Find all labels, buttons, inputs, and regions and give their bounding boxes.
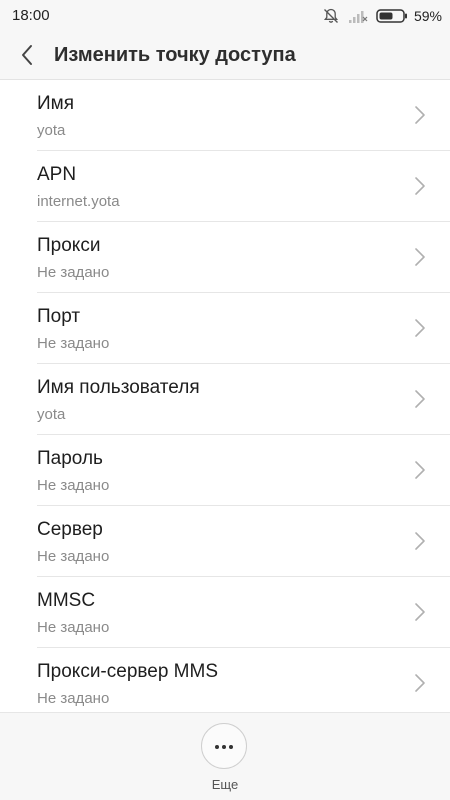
chevron-right-icon <box>414 318 426 338</box>
setting-item-title: Имя <box>37 93 75 114</box>
chevron-right-icon <box>414 673 426 693</box>
back-button[interactable] <box>10 40 44 74</box>
page-title: Изменить точку доступа <box>54 44 296 66</box>
setting-item-value: Не задано <box>37 477 110 494</box>
setting-item-title: Порт <box>37 306 81 327</box>
action-bar: Изменить точку доступа <box>0 34 450 80</box>
setting-item-title: Пароль <box>37 448 103 469</box>
bell-off-icon <box>322 7 340 25</box>
more-dots-icon <box>214 737 234 755</box>
setting-item[interactable]: Имя yota <box>37 80 450 151</box>
setting-item-title: APN <box>37 164 77 185</box>
status-time: 18:00 <box>12 7 50 24</box>
setting-item[interactable]: Пароль Не задано <box>37 435 450 506</box>
setting-item[interactable]: Прокси Не задано <box>37 222 450 293</box>
setting-item[interactable]: Прокси-сервер MMS Не задано <box>37 648 450 712</box>
setting-item-title: MMSC <box>37 590 96 611</box>
setting-item-title: Прокси-сервер MMS <box>37 661 219 682</box>
more-label: Еще <box>211 777 239 792</box>
settings-list: Имя yota APN internet.yota Прокси Не зад <box>0 80 450 712</box>
setting-item-value: Не задано <box>37 619 110 636</box>
setting-item[interactable]: Сервер Не задано <box>37 506 450 577</box>
chevron-left-icon <box>20 44 34 71</box>
chevron-right-icon <box>414 389 426 409</box>
chevron-right-icon <box>414 247 426 267</box>
status-bar: 18:00 59% <box>0 0 450 34</box>
setting-item-title: Прокси <box>37 235 101 256</box>
setting-item-value: yota <box>37 406 66 423</box>
chevron-right-icon <box>414 602 426 622</box>
setting-item-value: Не задано <box>37 548 110 565</box>
setting-item-value: yota <box>37 122 66 139</box>
setting-item[interactable]: Порт Не задано <box>37 293 450 364</box>
apn-edit-screen: 18:00 59% Изменить точку доступа Имя yot… <box>0 0 450 800</box>
battery-icon <box>376 8 408 24</box>
setting-item-value: Не задано <box>37 264 110 281</box>
bottom-bar: Еще <box>0 712 450 800</box>
setting-item-title: Имя пользователя <box>37 377 200 398</box>
chevron-right-icon <box>414 176 426 196</box>
more-button[interactable] <box>201 723 247 769</box>
status-icons: 59% <box>322 6 442 26</box>
setting-item[interactable]: Имя пользователя yota <box>37 364 450 435</box>
chevron-right-icon <box>414 460 426 480</box>
chevron-right-icon <box>414 105 426 125</box>
setting-item[interactable]: MMSC Не задано <box>37 577 450 648</box>
setting-item-value: internet.yota <box>37 193 120 210</box>
setting-item-value: Не задано <box>37 690 110 707</box>
battery-percent: 59% <box>413 8 442 24</box>
setting-item-title: Сервер <box>37 519 103 540</box>
signal-icon <box>348 8 368 24</box>
setting-item[interactable]: APN internet.yota <box>37 151 450 222</box>
chevron-right-icon <box>414 531 426 551</box>
setting-item-value: Не задано <box>37 335 110 352</box>
